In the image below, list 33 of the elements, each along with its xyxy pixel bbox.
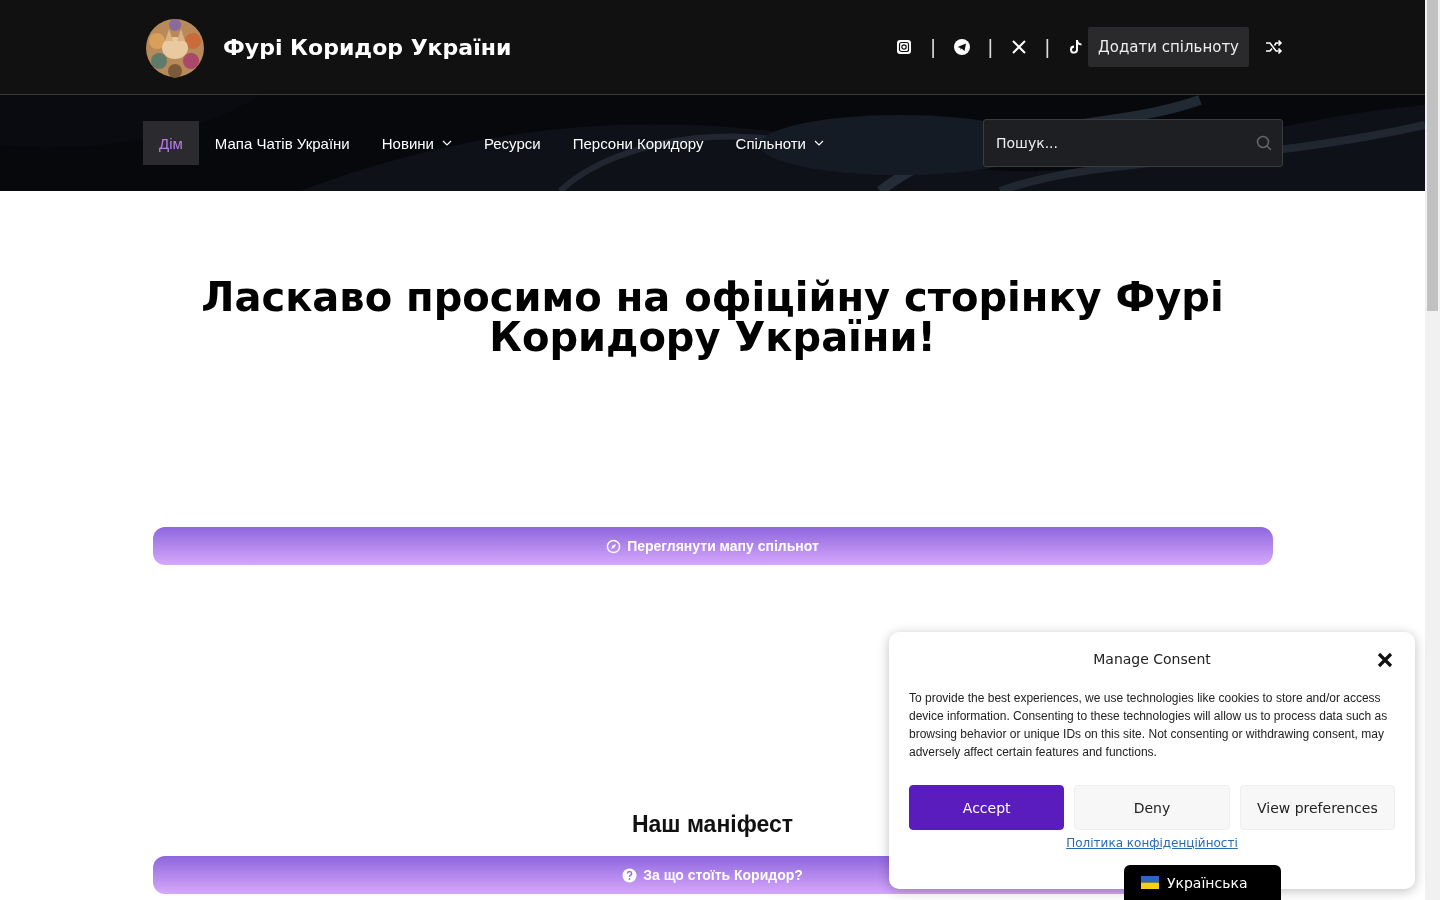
- nav-item[interactable]: Ресурси: [467, 121, 557, 165]
- separator: |: [930, 35, 936, 59]
- language-switcher[interactable]: Українська: [1124, 865, 1281, 900]
- consent-text: To provide the best experiences, we use technologies like cookies to store and/or access device information. Consenting to these technologies will allow us to process data such as browsing behavior or unique IDs on this site. Not consenting or withdrawing consent, may adversely affect certain features and functions.: [909, 690, 1389, 761]
- nav-item[interactable]: Новини: [365, 121, 468, 165]
- question-icon: [622, 867, 638, 883]
- section-heading: Наш маніфест: [631, 811, 794, 838]
- close-icon: [1375, 650, 1395, 670]
- dialog-title: Manage Consent: [1093, 651, 1211, 667]
- nav-item[interactable]: Персони Коридору: [556, 121, 720, 165]
- scrollbar[interactable]: [1425, 0, 1440, 900]
- privacy-policy-link[interactable]: Політика конфіденційності: [1066, 836, 1238, 850]
- flag-icon: [1141, 876, 1159, 889]
- site-title[interactable]: Фурі Коридор України: [223, 34, 512, 60]
- scrollbar-thumb[interactable]: [1427, 0, 1438, 311]
- search-icon[interactable]: [1256, 135, 1272, 151]
- telegram-icon[interactable]: [953, 39, 970, 55]
- close-button[interactable]: [1375, 650, 1395, 670]
- separator: |: [987, 35, 993, 59]
- music-note-icon[interactable]: [1068, 39, 1085, 55]
- consent-button[interactable]: Deny: [1074, 785, 1230, 830]
- consent-button[interactable]: Accept: [909, 785, 1065, 830]
- nav-item[interactable]: Спільноти: [719, 121, 840, 165]
- shuffle-icon[interactable]: [1265, 39, 1283, 55]
- search-field[interactable]: Пошук...: [983, 119, 1283, 167]
- separator: |: [1044, 35, 1051, 59]
- x-logo-icon[interactable]: [1010, 39, 1027, 55]
- compass-icon: [606, 538, 622, 554]
- instagram-icon[interactable]: [896, 39, 913, 55]
- add-community-button[interactable]: Додати спільноту: [1088, 27, 1249, 67]
- consent-button[interactable]: View preferences: [1239, 785, 1395, 830]
- nav-item[interactable]: Дім: [143, 121, 199, 165]
- nav-item[interactable]: Мапа Чатів України: [198, 121, 366, 165]
